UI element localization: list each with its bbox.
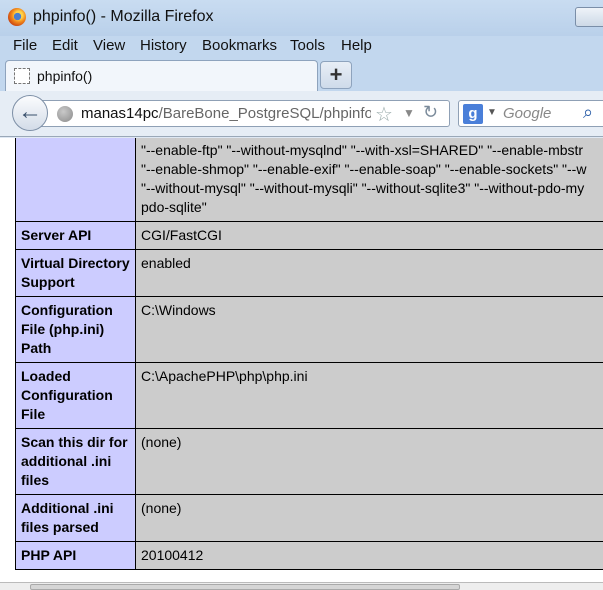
row-value: 20100412	[135, 541, 603, 570]
minimize-button[interactable]	[575, 7, 603, 27]
menu-view[interactable]: View	[93, 37, 125, 54]
reload-icon[interactable]: ↻	[423, 102, 438, 123]
table-row: Loaded Configuration File C:\ApachePHP\p…	[15, 362, 603, 429]
search-placeholder[interactable]: Google	[503, 105, 551, 122]
configure-line: pdo-sqlite"	[141, 199, 207, 215]
tab-phpinfo[interactable]: phpinfo()	[5, 60, 318, 91]
menu-help[interactable]: Help	[341, 37, 372, 54]
url-bar[interactable]: manas14pc/BareBone_PostgreSQL/phpinfo.p …	[40, 100, 450, 127]
scrollbar-thumb[interactable]	[30, 584, 460, 590]
menu-bar: File Edit View History Bookmarks Tools H…	[0, 36, 603, 58]
menu-file[interactable]: File	[13, 37, 37, 54]
navigation-bar: manas14pc/BareBone_PostgreSQL/phpinfo.p …	[0, 91, 603, 137]
row-value: C:\ApachePHP\php\php.ini	[135, 362, 603, 429]
table-row: PHP API 20100412	[15, 541, 603, 570]
url-text[interactable]: manas14pc/BareBone_PostgreSQL/phpinfo.p	[81, 105, 371, 122]
row-key: PHP API	[15, 541, 136, 570]
menu-history[interactable]: History	[140, 37, 187, 54]
configure-line: "--enable-shmop" "--enable-exif" "--enab…	[141, 161, 587, 177]
row-key: Loaded Configuration File	[15, 362, 136, 429]
table-row: Additional .ini files parsed (none)	[15, 494, 603, 542]
configure-line: "--without-mysql" "--without-mysqli" "--…	[141, 180, 585, 196]
history-dropdown-icon[interactable]: ▼	[403, 106, 415, 120]
row-value: CGI/FastCGI	[135, 221, 603, 250]
row-key: Scan this dir for additional .ini files	[15, 428, 136, 495]
row-value: (none)	[135, 494, 603, 542]
row-key: Configuration File (php.ini) Path	[15, 296, 136, 363]
tab-label: phpinfo()	[37, 68, 93, 84]
menu-bookmarks[interactable]: Bookmarks	[202, 37, 277, 54]
bookmark-star-icon[interactable]: ☆	[375, 102, 393, 127]
url-host: manas14pc	[81, 105, 159, 122]
menu-edit[interactable]: Edit	[52, 37, 78, 54]
firefox-logo-icon	[8, 8, 26, 26]
title-bar: phpinfo() - Mozilla Firefox	[0, 0, 603, 36]
row-value: enabled	[135, 249, 603, 297]
search-icon[interactable]: ⌕	[583, 102, 593, 123]
back-button[interactable]: ←	[12, 95, 48, 131]
configure-line: "--enable-ftp" "--without-mysqlnd" "--wi…	[141, 142, 584, 158]
row-value: (none)	[135, 428, 603, 495]
search-engine-caret-icon[interactable]: ▼	[487, 107, 497, 118]
new-tab-button[interactable]: +	[320, 61, 352, 89]
table-row: Scan this dir for additional .ini files …	[15, 428, 603, 495]
horizontal-scrollbar[interactable]	[0, 582, 603, 590]
row-key	[15, 138, 136, 222]
row-key: Additional .ini files parsed	[15, 494, 136, 542]
table-row: Virtual Directory Support enabled	[15, 249, 603, 297]
page-icon	[14, 68, 30, 84]
table-row: "--enable-ftp" "--without-mysqlnd" "--wi…	[15, 138, 603, 222]
row-value: C:\Windows	[135, 296, 603, 363]
url-path: /BareBone_PostgreSQL/phpinfo.p	[158, 105, 371, 122]
table-row: Configuration File (php.ini) Path C:\Win…	[15, 296, 603, 363]
phpinfo-table: "--enable-ftp" "--without-mysqlnd" "--wi…	[15, 138, 603, 570]
globe-icon	[57, 106, 73, 122]
window-title: phpinfo() - Mozilla Firefox	[33, 8, 214, 25]
tab-strip: phpinfo() +	[0, 58, 603, 91]
configure-command-value: "--enable-ftp" "--without-mysqlnd" "--wi…	[135, 138, 603, 222]
menu-tools[interactable]: Tools	[290, 37, 325, 54]
row-key: Virtual Directory Support	[15, 249, 136, 297]
page-content: "--enable-ftp" "--without-mysqlnd" "--wi…	[0, 138, 603, 590]
google-icon[interactable]: g	[463, 104, 483, 124]
search-bar[interactable]: g ▼ Google ⌕	[458, 100, 603, 127]
table-row: Server API CGI/FastCGI	[15, 221, 603, 250]
row-key: Server API	[15, 221, 136, 250]
